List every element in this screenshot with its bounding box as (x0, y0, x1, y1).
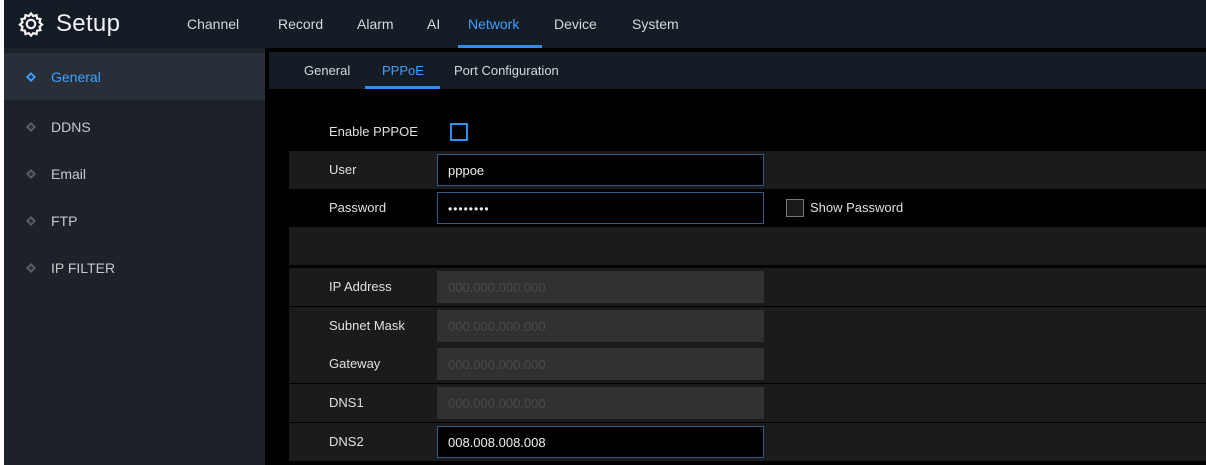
dns2-input[interactable]: 008.008.008.008 (437, 426, 764, 458)
enable-pppoe-row: Enable PPPOE (289, 113, 1206, 151)
subnet-mask-row: Subnet Mask 000.000.000.000 (289, 307, 1206, 345)
top-navigation-bar: Setup Channel Record Alarm AI Network De… (4, 0, 1206, 48)
user-row: User pppoe (289, 151, 1206, 189)
diamond-bullet-icon (26, 121, 36, 132)
sidebar-item-email[interactable]: Email (4, 150, 265, 197)
menu-alarm[interactable]: Alarm (357, 16, 394, 32)
menu-active-indicator (458, 45, 542, 48)
ip-address-row: IP Address 000.000.000.000 (289, 268, 1206, 306)
menu-record[interactable]: Record (278, 16, 323, 32)
sub-tab-active-indicator (365, 86, 440, 89)
dns1-row: DNS1 000.000.000.000 (289, 384, 1206, 422)
subnet-mask-input: 000.000.000.000 (437, 310, 764, 342)
sidebar-item-label: Email (51, 165, 87, 182)
password-input[interactable]: •••••••• (437, 192, 764, 224)
password-row: Password •••••••• Show Password (289, 189, 1206, 227)
sidebar-item-ddns[interactable]: DDNS (4, 103, 265, 150)
page-title: Setup (56, 10, 121, 37)
sidebar-item-ip-filter[interactable]: IP FILTER (4, 244, 265, 291)
menu-network[interactable]: Network (468, 16, 519, 32)
password-label: Password (329, 200, 387, 215)
enable-pppoe-checkbox[interactable] (450, 123, 468, 141)
tab-pppoe[interactable]: PPPoE (382, 63, 424, 78)
pppoe-form: Enable PPPOE User pppoe Password •••••••… (269, 96, 1206, 465)
menu-channel[interactable]: Channel (187, 16, 239, 32)
subnet-mask-label: Subnet Mask (329, 318, 405, 333)
dns2-row: DNS2 008.008.008.008 (289, 423, 1206, 461)
show-password-checkbox[interactable] (786, 199, 804, 217)
diamond-bullet-icon (26, 168, 36, 179)
menu-device[interactable]: Device (554, 16, 597, 32)
sidebar-item-label: FTP (51, 212, 78, 229)
menu-ai[interactable]: AI (427, 16, 440, 32)
enable-pppoe-label: Enable PPPOE (329, 124, 418, 139)
diamond-bullet-icon (26, 215, 36, 226)
show-password-label[interactable]: Show Password (810, 200, 903, 215)
dns1-label: DNS1 (329, 395, 364, 410)
separator-row (289, 227, 1206, 265)
sidebar-item-ftp[interactable]: FTP (4, 197, 265, 244)
sub-tab-bar: General PPPoE Port Configuration (269, 52, 1206, 89)
sidebar-item-label: IP FILTER (51, 259, 116, 276)
menu-system[interactable]: System (632, 16, 679, 32)
sidebar-item-label: DDNS (51, 118, 91, 135)
ip-address-input: 000.000.000.000 (437, 271, 764, 303)
gateway-label: Gateway (329, 356, 381, 371)
app-window: Setup Channel Record Alarm AI Network De… (4, 0, 1206, 465)
diamond-bullet-icon (26, 262, 36, 273)
gear-icon (18, 11, 44, 37)
gateway-row: Gateway 000.000.000.000 (289, 345, 1206, 383)
sidebar: General DDNS Email FTP IP FILTER (4, 48, 265, 465)
user-input[interactable]: pppoe (437, 154, 764, 186)
tab-general[interactable]: General (304, 63, 350, 78)
dns1-input: 000.000.000.000 (437, 387, 764, 419)
diamond-bullet-icon (26, 71, 36, 82)
user-label: User (329, 162, 357, 177)
ip-address-label: IP Address (329, 279, 392, 294)
sidebar-item-label: General (51, 68, 101, 85)
dns2-label: DNS2 (329, 434, 364, 449)
sidebar-item-general[interactable]: General (4, 53, 265, 100)
gateway-input: 000.000.000.000 (437, 348, 764, 380)
tab-port-configuration[interactable]: Port Configuration (454, 63, 559, 78)
